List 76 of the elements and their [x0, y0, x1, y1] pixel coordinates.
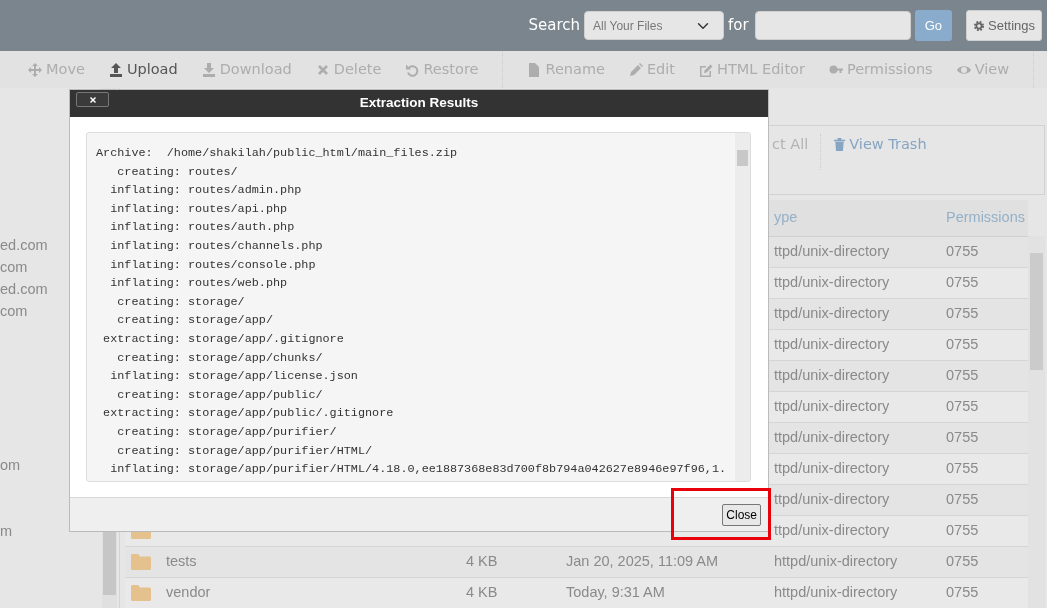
table-cell: 0755 — [946, 459, 979, 476]
upload-icon — [108, 62, 123, 77]
close-button[interactable]: Close — [722, 503, 761, 526]
edit-icon — [699, 62, 714, 77]
folder-icon — [131, 584, 151, 601]
table-cell: ttpd/unix-directory — [774, 242, 890, 259]
log-line: creating: storage/app/ — [116, 313, 273, 328]
log-line: inflating: routes/console.php — [109, 257, 316, 272]
table-cell: tests — [166, 552, 197, 569]
pencil-icon — [628, 62, 643, 77]
dialog-title: Extraction Results — [359, 94, 479, 113]
table-cell: 0755 — [946, 273, 979, 290]
log-line: creating: storage/app/public/ — [116, 387, 323, 402]
log-line: inflating: storage/app/license.json — [109, 369, 358, 384]
table-cell: ttpd/unix-directory — [774, 366, 890, 383]
trash-icon — [833, 137, 847, 153]
folder-icon — [131, 553, 151, 570]
scrollbar[interactable] — [735, 133, 750, 482]
table-cell: Jan 20, 2025, 11:09 AM — [566, 552, 719, 569]
table-cell: 0755 — [946, 521, 979, 538]
undo-icon — [405, 62, 420, 77]
table-cell: 0755 — [946, 583, 979, 600]
search-field[interactable] — [754, 11, 911, 40]
table-cell: ttpd/unix-directory — [774, 521, 890, 538]
column-header[interactable]: ype — [768, 200, 940, 236]
log-line: extracting: storage/app/.gitignore — [102, 332, 344, 347]
log-line: inflating: routes/auth.php — [109, 220, 295, 235]
table-cell: ttpd/unix-directory — [774, 459, 890, 476]
log-line: inflating: routes/web.php — [109, 276, 288, 291]
table-cell: 0755 — [946, 490, 979, 507]
table-cell: ttpd/unix-directory — [774, 428, 890, 445]
close-button[interactable] — [76, 92, 109, 107]
table-cell: ttpd/unix-directory — [774, 304, 890, 321]
for-label: for — [728, 15, 749, 37]
action-link[interactable]: View Trash — [833, 134, 927, 156]
column-header[interactable]: Permissions — [940, 200, 1028, 236]
go-button[interactable]: Go — [914, 9, 952, 42]
log-line: inflating: routes/api.php — [109, 201, 288, 216]
settings-button[interactable]: Settings — [966, 9, 1042, 42]
log-line: Archive: /home/shakilah/public_html/main_files.zip — [96, 146, 458, 161]
table-cell: ttpd/unix-directory — [774, 397, 890, 414]
move-icon — [28, 62, 42, 77]
table-cell: 0755 — [946, 428, 979, 445]
log-line: creating: storage/app/purifier/ — [116, 425, 337, 439]
gear-icon — [973, 19, 985, 32]
table-cell: 4 KB — [466, 583, 498, 600]
log-line: inflating: storage/app/purifier/HTML/4.18.0,ee1887368e83d700f8b794a042627e8946e97f96,1. — [109, 462, 727, 477]
table-cell: 0755 — [946, 552, 979, 569]
file-icon — [527, 62, 542, 77]
table-cell: vendor — [166, 583, 211, 600]
log-line: creating: storage/app/purifier/HTML/ — [116, 443, 373, 458]
scrollbar[interactable] — [1028, 236, 1045, 608]
log-line: inflating: routes/admin.php — [109, 183, 302, 198]
table-cell: 0755 — [946, 335, 979, 352]
table-cell: Today, 9:31 AM — [566, 583, 665, 600]
log-line: extracting: storage/app/public/.gitignore — [102, 406, 394, 421]
close-icon — [87, 94, 98, 105]
table-cell: 4 KB — [466, 552, 498, 569]
table-cell: httpd/unix-directory — [774, 583, 898, 600]
log-line: creating: storage/ — [116, 294, 245, 309]
table-cell: 0755 — [946, 304, 979, 321]
toolbar-button[interactable]: Upload — [108, 58, 178, 81]
download-icon — [201, 62, 216, 77]
table-cell: ttpd/unix-directory — [774, 490, 890, 507]
table-cell: 0755 — [946, 397, 979, 414]
table-cell: 0755 — [946, 242, 979, 259]
log-line: inflating: routes/channels.php — [109, 239, 323, 254]
table-cell: ttpd/unix-directory — [774, 273, 890, 290]
search-label: Search — [528, 15, 581, 37]
table-cell: ttpd/unix-directory — [774, 335, 890, 352]
scope-select[interactable]: All Your Files — [584, 11, 725, 40]
log-line: creating: routes/ — [116, 164, 238, 179]
table-cell: httpd/unix-directory — [774, 552, 898, 569]
table-cell: 0755 — [946, 366, 979, 383]
log-line: creating: storage/app/chunks/ — [116, 350, 323, 365]
close-icon — [315, 62, 330, 77]
